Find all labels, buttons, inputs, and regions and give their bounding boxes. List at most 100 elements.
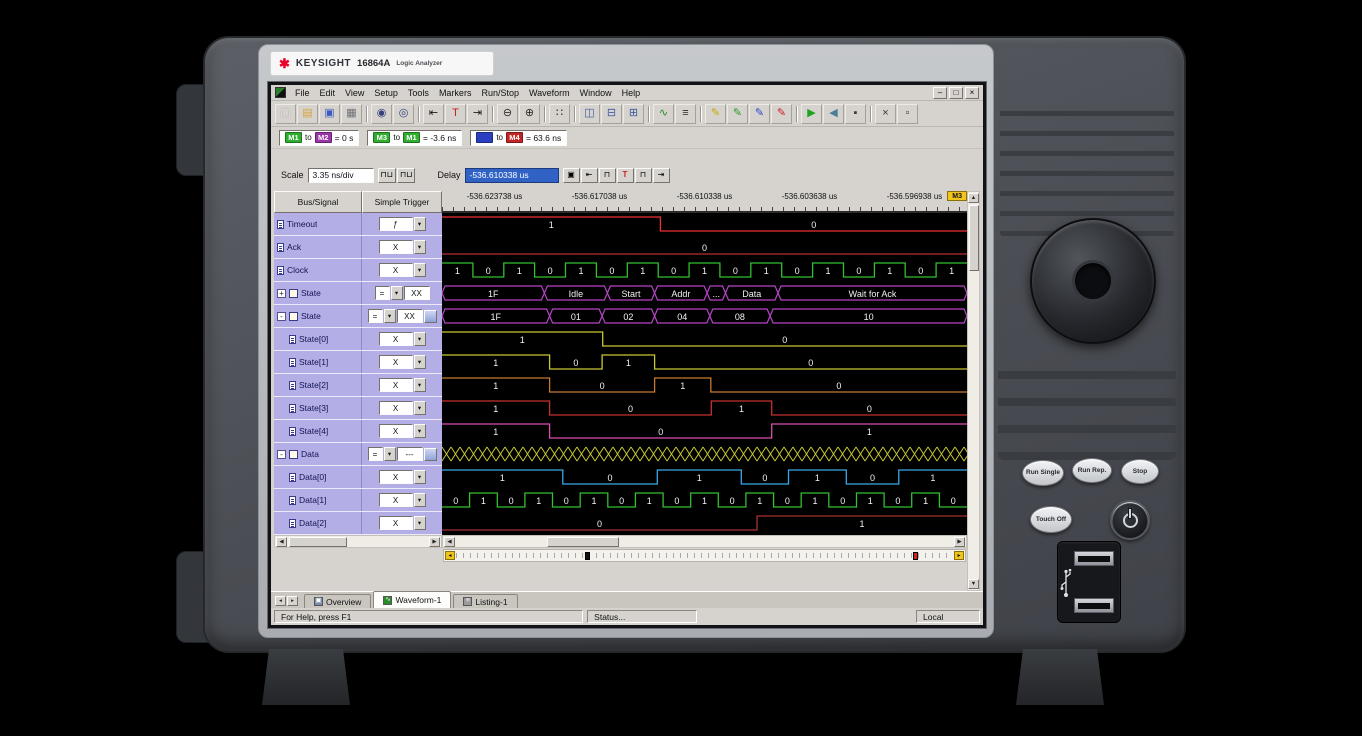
vscrollbar-thumb[interactable]	[969, 205, 979, 271]
open-file-button[interactable]: ▤	[297, 104, 318, 124]
print-button[interactable]: ▦	[341, 104, 362, 124]
marker-readout-2[interactable]: M3toM1= -3.6 ns	[367, 130, 462, 146]
signal-row-ack-1[interactable]: AckX▾	[274, 236, 442, 259]
trigger-value-box[interactable]: X	[379, 263, 413, 277]
scroll-up-button[interactable]: ▲	[968, 193, 979, 203]
bus-signal-cell[interactable]: Ack	[274, 236, 362, 258]
trigger-value-box[interactable]: X	[379, 516, 413, 530]
operator-dropdown-button[interactable]: ▾	[391, 286, 403, 300]
find-button[interactable]: ◉	[371, 104, 392, 124]
scroll-left-button[interactable]: ◀	[276, 537, 287, 547]
signal-row-state-0-5[interactable]: State[0]X▾	[274, 328, 442, 351]
signal-row-timeout-0[interactable]: Timeoutƒ▾	[274, 213, 442, 236]
signal-row-data-2-13[interactable]: Data[2]X▾	[274, 512, 442, 535]
trigger-dropdown-button[interactable]: ▾	[414, 470, 426, 484]
marker-pen-blue-button[interactable]: ✎	[749, 104, 770, 124]
waveform-row-clock-2[interactable]: 10101010101010101	[442, 259, 967, 282]
menu-view[interactable]: View	[340, 87, 369, 99]
trigger-dropdown-button[interactable]: ▾	[414, 217, 426, 231]
usb-port-bottom[interactable]	[1074, 598, 1114, 613]
zoom-out-button[interactable]: ⊖	[497, 104, 518, 124]
touch-off-button[interactable]: Touch Off	[1030, 506, 1072, 533]
delay-value-field[interactable]: -536.610338 us	[465, 168, 559, 183]
save-button[interactable]: ▣	[319, 104, 340, 124]
waveform-row-state-0-5[interactable]: 10	[442, 328, 967, 351]
bus-signal-cell[interactable]: State[4]	[274, 420, 362, 442]
trigger-assign-button[interactable]	[424, 448, 437, 461]
bus-signal-cell[interactable]: Data[1]	[274, 489, 362, 511]
waveform-vscrollbar[interactable]: ▲ ▼	[967, 191, 980, 591]
maximize-button[interactable]: □	[949, 87, 963, 99]
signal-row-state-1-6[interactable]: State[1]X▾	[274, 351, 442, 374]
run-repetitive-button[interactable]: ◀	[823, 104, 844, 124]
signal-row-clock-2[interactable]: ClockX▾	[274, 259, 442, 282]
scale-coarser-button[interactable]: ⊓⊔	[378, 168, 396, 183]
waveform-view-button[interactable]: ∿	[653, 104, 674, 124]
signal-row-state-3[interactable]: +State=▾XX	[274, 282, 442, 305]
usb-port-top[interactable]	[1074, 551, 1114, 566]
scroll-right-button[interactable]: ▶	[954, 537, 965, 547]
collapse-icon[interactable]: -	[277, 312, 286, 321]
bus-signal-cell[interactable]: Timeout	[274, 213, 362, 235]
tab-waveform-1[interactable]: ∿Waveform-1	[373, 591, 451, 608]
find-next-button[interactable]: ◎	[393, 104, 414, 124]
bus-signal-cell[interactable]: -Data	[274, 443, 362, 465]
expand-icon[interactable]: +	[277, 289, 286, 298]
marker-pen-green-button[interactable]: ✎	[727, 104, 748, 124]
waveform-row-state-3-8[interactable]: 1010	[442, 397, 967, 420]
trigger-value-box[interactable]: X	[379, 424, 413, 438]
trigger-value-box[interactable]: X	[379, 332, 413, 346]
overview-bar[interactable]: ◂ ▸	[443, 549, 966, 562]
equals-operator-box[interactable]: =	[375, 286, 390, 300]
scrollbar-thumb[interactable]	[547, 537, 619, 547]
bus-signal-cell[interactable]: -State	[274, 305, 362, 327]
rotary-knob[interactable]	[1030, 218, 1156, 344]
bus-signal-cell[interactable]: State[1]	[274, 351, 362, 373]
m3-marker-flag[interactable]: M3	[947, 191, 967, 201]
go-to-begin-button[interactable]: ⇤	[581, 168, 598, 183]
trigger-dropdown-button[interactable]: ▾	[414, 424, 426, 438]
trigger-value-box[interactable]: X	[379, 470, 413, 484]
equals-operator-box[interactable]: =	[368, 447, 383, 461]
overview-marker-2[interactable]	[913, 552, 918, 560]
scale-finer-button[interactable]: ⊓⊔	[397, 168, 415, 183]
properties-button[interactable]: ▫	[897, 104, 918, 124]
signal-row-data-10[interactable]: -Data=▾---	[274, 443, 442, 466]
trigger-value-box[interactable]: X	[379, 378, 413, 392]
menu-window[interactable]: Window	[575, 87, 617, 99]
tab-listing-1[interactable]: ≡Listing-1	[453, 594, 517, 608]
operator-dropdown-button[interactable]: ▾	[384, 309, 396, 323]
zoom-in-button[interactable]: ⊕	[519, 104, 540, 124]
tab-overview[interactable]: ▣Overview	[304, 594, 371, 608]
waveform-row-state-4[interactable]: 1F0102040810	[442, 305, 967, 328]
go-to-trigger-button[interactable]: T	[445, 104, 466, 124]
next-edge-button[interactable]: ⊓	[635, 168, 652, 183]
split-view-button[interactable]: ⊟	[601, 104, 622, 124]
marker-readout-3[interactable]: toM4= 63.6 ns	[470, 130, 567, 146]
marker-readout-1[interactable]: M1toM2= 0 s	[279, 130, 359, 146]
scale-value-field[interactable]: 3.35 ns/div	[308, 168, 374, 183]
bus-signal-cell[interactable]: Clock	[274, 259, 362, 281]
waveform-row-state-1-6[interactable]: 1010	[442, 351, 967, 374]
trigger-value-box[interactable]: X	[379, 493, 413, 507]
cancel-button[interactable]: ×	[875, 104, 896, 124]
marker-pen-yellow-button[interactable]: ✎	[705, 104, 726, 124]
power-button[interactable]	[1110, 500, 1150, 540]
operator-dropdown-button[interactable]: ▾	[384, 447, 396, 461]
go-to-end-button[interactable]: ⇥	[467, 104, 488, 124]
collapse-icon[interactable]: -	[277, 450, 286, 459]
bus-signal-cell[interactable]: State[0]	[274, 328, 362, 350]
trigger-assign-button[interactable]	[424, 310, 437, 323]
tab-scroll-left-button[interactable]: ◂	[275, 596, 286, 606]
overview-marker-1[interactable]	[585, 552, 590, 560]
status-button[interactable]: Status...	[587, 610, 697, 623]
trigger-dropdown-button[interactable]: ▾	[414, 493, 426, 507]
delay-options-button[interactable]: ▣	[563, 168, 580, 183]
minimize-button[interactable]: –	[933, 87, 947, 99]
stop-acquisition-button[interactable]: ▪	[845, 104, 866, 124]
go-to-trigger-button[interactable]: T	[617, 168, 634, 183]
scroll-left-button[interactable]: ◀	[444, 537, 455, 547]
run-single-button[interactable]: Run Single	[1022, 460, 1064, 486]
scroll-down-button[interactable]: ▼	[968, 579, 979, 589]
run-button[interactable]: ▶	[801, 104, 822, 124]
